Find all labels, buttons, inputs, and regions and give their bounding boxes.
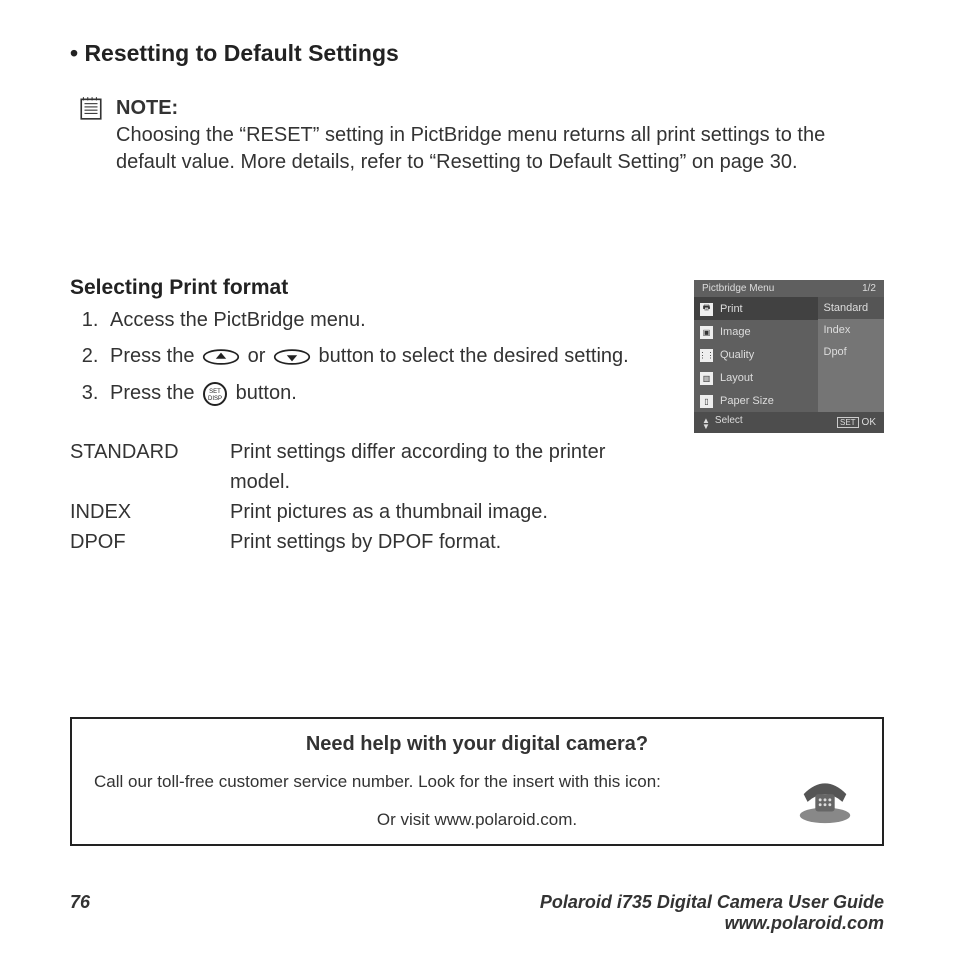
note-label: NOTE: [116, 97, 178, 119]
notepad-icon [78, 95, 104, 121]
note-body: Choosing the “RESET” setting in PictBrid… [116, 124, 825, 173]
lcd-title: Pictbridge Menu [702, 283, 774, 294]
page-number: 76 [70, 892, 90, 913]
def-desc: Print settings differ according to the p… [230, 437, 666, 497]
note-block: NOTE: Choosing the “RESET” setting in Pi… [78, 95, 884, 176]
def-term: STANDARD [70, 437, 230, 497]
help-box: Need help with your digital camera? Call… [70, 717, 884, 846]
lcd-left-item: ▣Image [694, 320, 818, 343]
lcd-right-item: Index [818, 319, 885, 341]
telephone-icon [794, 765, 856, 827]
paper-size-icon: ▯ [700, 395, 713, 408]
layout-icon: ▥ [700, 372, 713, 385]
def-row: STANDARD Print settings differ according… [70, 437, 666, 497]
camera-lcd-menu: Pictbridge Menu 1/2 🖶Print ▣Image ⋮⋮Qual… [694, 280, 884, 433]
section-heading: • Resetting to Default Settings [70, 40, 884, 67]
step-1: Access the PictBridge menu. [104, 304, 666, 336]
svg-text:DISP: DISP [208, 396, 222, 402]
footer-guide: Polaroid i735 Digital Camera User Guide [540, 892, 884, 913]
definitions-table: STANDARD Print settings differ according… [70, 437, 666, 557]
def-desc: Print settings by DPOF format. [230, 527, 501, 557]
svg-text:SET: SET [209, 389, 221, 395]
up-button-icon [202, 341, 240, 373]
lcd-right-item: Standard [818, 297, 885, 319]
def-row: INDEX Print pictures as a thumbnail imag… [70, 497, 666, 527]
help-line1: Call our toll-free customer service numb… [94, 772, 860, 792]
set-icon: SET [837, 417, 859, 428]
updown-arrows-icon: ▲▼ [702, 418, 710, 430]
set-disp-button-icon: SETDISP [202, 377, 228, 409]
page-footer: 76 Polaroid i735 Digital Camera User Gui… [70, 892, 884, 934]
lcd-left-item: ▯Paper Size [694, 389, 818, 412]
step-3: Press the SETDISP button. [104, 377, 666, 410]
def-desc: Print pictures as a thumbnail image. [230, 497, 548, 527]
help-title: Need help with your digital camera? [94, 733, 860, 756]
footer-url: www.polaroid.com [540, 913, 884, 934]
def-term: INDEX [70, 497, 230, 527]
def-row: DPOF Print settings by DPOF format. [70, 527, 666, 557]
lcd-footer-right: SETOK [837, 417, 876, 428]
subheading: Selecting Print format [70, 276, 666, 300]
quality-icon: ⋮⋮ [700, 349, 713, 362]
lcd-footer-left: ▲▼Select [702, 415, 743, 430]
print-icon: 🖶 [700, 303, 713, 316]
def-term: DPOF [70, 527, 230, 557]
lcd-left-item: ▥Layout [694, 366, 818, 389]
down-button-icon [273, 341, 311, 373]
step-2: Press the or button to select the desire… [104, 340, 666, 373]
steps-list: Access the PictBridge menu. Press the or… [70, 304, 666, 409]
help-line2: Or visit www.polaroid.com. [94, 810, 860, 830]
lcd-right-item [818, 363, 885, 385]
lcd-left-item: ⋮⋮Quality [694, 343, 818, 366]
lcd-right-item: Dpof [818, 341, 885, 363]
lcd-right-item [818, 385, 885, 407]
lcd-left-item: 🖶Print [694, 297, 818, 320]
image-icon: ▣ [700, 326, 713, 339]
lcd-page: 1/2 [862, 283, 876, 294]
